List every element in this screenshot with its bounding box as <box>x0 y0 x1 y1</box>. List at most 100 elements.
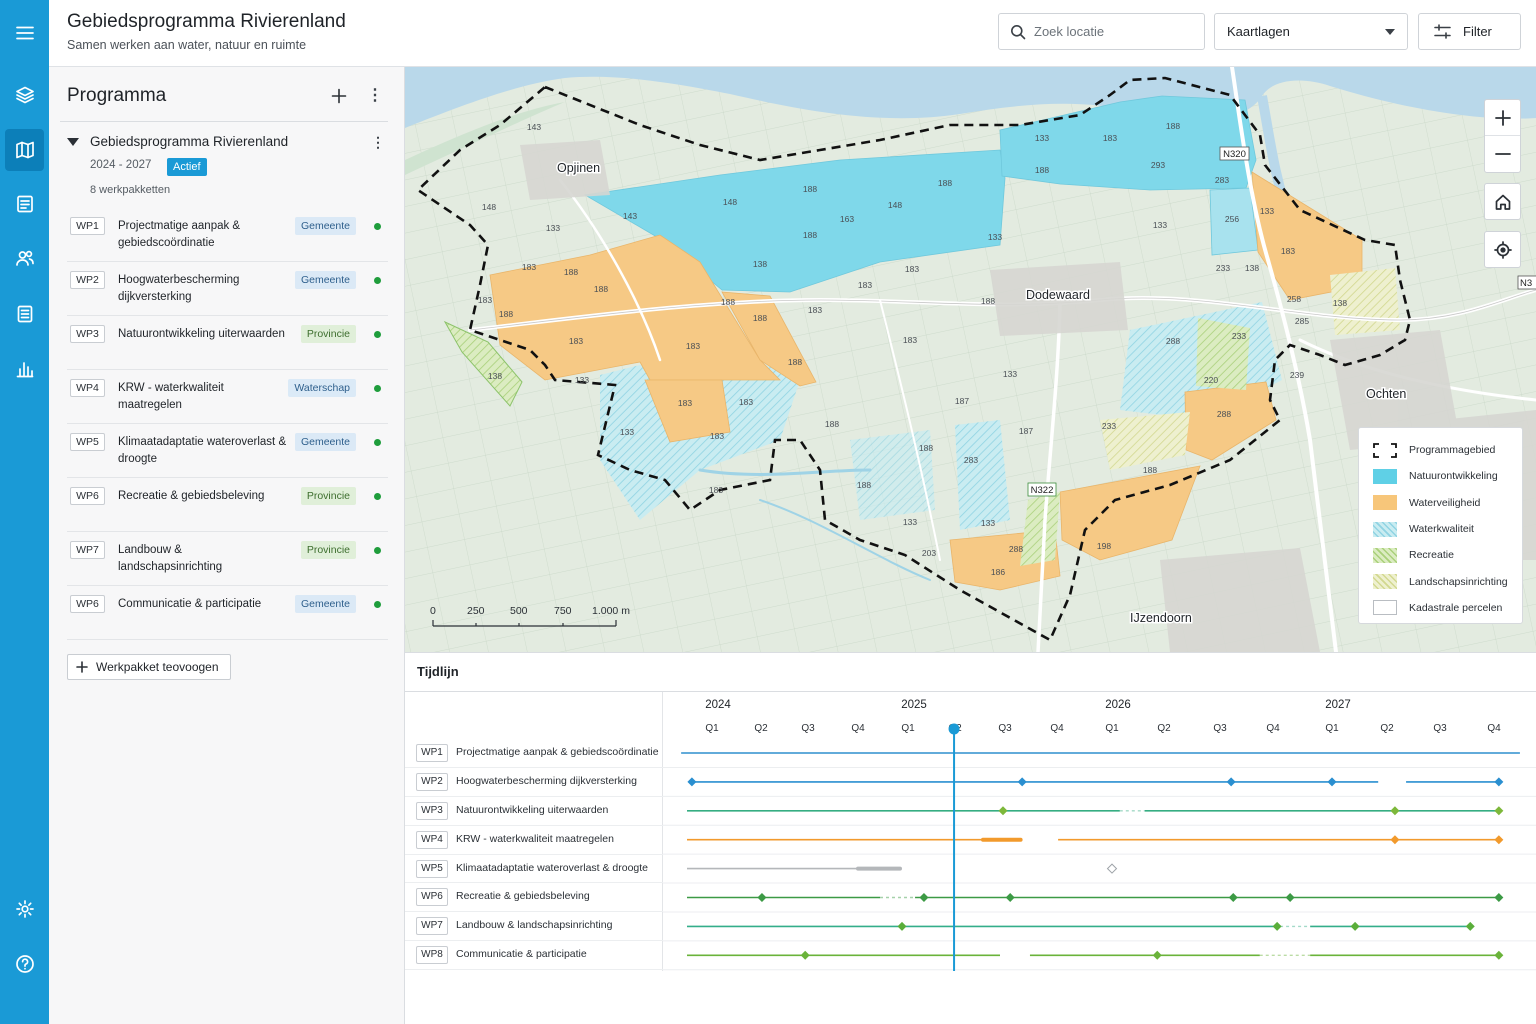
parcel-number: 133 <box>575 375 589 385</box>
layers-icon[interactable] <box>5 74 44 116</box>
legend-item: Waterveiligheid <box>1373 490 1522 516</box>
search-field[interactable] <box>998 13 1205 50</box>
timeline-track-wp7[interactable] <box>687 921 1475 931</box>
milestone-marker-open[interactable] <box>1106 863 1118 874</box>
owner-badge: Waterschap <box>288 379 356 397</box>
timeline-track-wp5[interactable] <box>687 863 1118 874</box>
milestone-marker[interactable] <box>1465 921 1475 931</box>
locate-icon[interactable] <box>1484 231 1521 268</box>
zoom-out-icon[interactable] <box>1485 136 1520 172</box>
timeline-row[interactable]: WP3 Natuurontwikkeling uiterwaarden <box>405 797 663 826</box>
parcel-number: 133 <box>1153 220 1167 230</box>
timeline-row[interactable]: WP4 KRW - waterkwaliteit maatregelen <box>405 826 663 855</box>
program-more-icon[interactable]: ⋮ <box>366 130 390 154</box>
milestone-marker[interactable] <box>1494 835 1504 845</box>
milestone-marker[interactable] <box>1494 950 1504 960</box>
add-icon[interactable] <box>327 84 351 108</box>
chart-icon[interactable] <box>5 348 44 390</box>
search-input[interactable] <box>1034 24 1194 39</box>
milestone-marker[interactable] <box>757 893 767 902</box>
list-item[interactable]: WP4 KRW - waterkwaliteit maatregelen Wat… <box>67 370 388 424</box>
timeline-track-wp3[interactable] <box>687 806 1504 816</box>
home-icon[interactable] <box>1484 183 1521 220</box>
timeline-row[interactable]: WP8 Communicatie & participatie <box>405 941 663 971</box>
milestone-marker[interactable] <box>1226 777 1236 787</box>
timeline-row[interactable]: WP6 Recreatie & gebiedsbeleving <box>405 883 663 913</box>
milestone-marker[interactable] <box>1494 806 1504 816</box>
more-vertical-icon[interactable]: ⋮ <box>363 84 387 108</box>
milestone-marker[interactable] <box>1327 777 1337 787</box>
parcel-number: 293 <box>1151 160 1165 170</box>
list-item[interactable]: WP2 Hoogwaterbescherming dijkversterking… <box>67 262 388 316</box>
milestone-marker[interactable] <box>1494 893 1504 902</box>
milestone-marker[interactable] <box>1390 806 1400 816</box>
milestone-marker[interactable] <box>1350 921 1360 931</box>
wp-code: WP6 <box>416 888 448 907</box>
app-header: Gebiedsprogramma Rivierenland Samen werk… <box>49 0 1536 67</box>
page-subtitle: Samen werken aan water, natuur en ruimte <box>67 38 307 52</box>
milestone-marker[interactable] <box>1285 893 1295 902</box>
today-marker[interactable] <box>948 723 960 735</box>
search-icon <box>1010 24 1026 40</box>
settings-icon[interactable] <box>5 888 44 930</box>
milestone-marker[interactable] <box>998 806 1008 816</box>
milestone-marker[interactable] <box>1228 893 1238 902</box>
zoom-in-icon[interactable] <box>1485 100 1520 136</box>
add-work-package-button[interactable]: Werkpakket teovoogen <box>67 654 231 680</box>
table-icon[interactable] <box>5 183 44 225</box>
parcel-number: 183 <box>686 341 700 351</box>
owner-badge: Provincie <box>300 541 356 559</box>
milestone-marker[interactable] <box>1017 777 1027 787</box>
document-icon[interactable] <box>5 293 44 335</box>
chevron-down-icon[interactable] <box>61 130 85 154</box>
wp-code: WP2 <box>416 772 448 791</box>
help-icon[interactable] <box>5 943 44 985</box>
list-item[interactable]: WP5 Klimaatadaptatie wateroverlast & dro… <box>67 424 388 478</box>
timeline-track-wp6[interactable] <box>687 893 1504 902</box>
timeline-row[interactable]: WP5 Klimaatadaptatie wateroverlast & droo… <box>405 855 663 884</box>
map-icon[interactable] <box>5 129 44 171</box>
program-title[interactable]: Gebiedsprogramma Rivierenland <box>90 134 288 149</box>
list-item[interactable]: WP6 Communicatie & participatie Gemeente <box>67 586 388 640</box>
timeline-chart[interactable]: 2024 2025 2026 2027 Q1 Q2 Q3 Q4 Q1 Q2 Q3 Q4 Q1 Q2 Q3 Q4… <box>663 691 1536 973</box>
timeline-row[interactable]: WP1 Projectmatige aanpak & gebiedscoördin… <box>405 739 663 768</box>
parcel-number: 188 <box>857 480 871 490</box>
timeline-track-wp8[interactable] <box>687 950 1504 960</box>
milestone-marker[interactable] <box>919 893 929 902</box>
parcel-number: 233 <box>1216 263 1230 273</box>
list-item[interactable]: WP1 Projectmatige aanpak & gebiedscoördi… <box>67 208 388 262</box>
map-layers-select[interactable]: Kaartlagen <box>1214 13 1408 50</box>
quarter-label: Q2 <box>1157 723 1171 734</box>
parcel-number: 186 <box>991 567 1005 577</box>
map-view[interactable]: 143 148 143 133 183 188 188 183 188 183 183 133 138 1… <box>405 67 1536 652</box>
milestone-marker[interactable] <box>800 950 810 960</box>
milestone-marker[interactable] <box>687 777 697 787</box>
scale-label: 750 <box>554 605 572 617</box>
menu-icon[interactable] <box>5 12 44 54</box>
waterveiligheid-swatch <box>1373 495 1397 511</box>
wp-title: KRW - waterkwaliteit maatregelen <box>118 382 224 411</box>
timeline-row[interactable]: WP2 Hoogwaterbescherming dijkversterking <box>405 768 663 797</box>
wp-code: WP1 <box>416 744 448 762</box>
milestone-marker[interactable] <box>897 921 907 931</box>
milestone-marker[interactable] <box>1152 950 1162 960</box>
milestone-marker[interactable] <box>1390 835 1400 845</box>
timeline-row[interactable]: WP7 Landbouw & landschapsinrichting <box>405 912 663 942</box>
filter-button[interactable]: Filter <box>1418 13 1521 50</box>
users-icon[interactable] <box>5 237 44 279</box>
milestone-marker[interactable] <box>1272 921 1282 931</box>
filter-label: Filter <box>1463 24 1492 39</box>
parcel-number: 183 <box>1103 133 1117 143</box>
milestone-marker[interactable] <box>1494 777 1504 787</box>
legend-item: Natuurontwikkeling <box>1373 463 1522 489</box>
list-item[interactable]: WP3 Natuurontwikkeling uiterwaarden Prov… <box>67 316 388 370</box>
list-item[interactable]: WP7 Landbouw & landschapsinrichting Prov… <box>67 532 388 586</box>
timeline-track-wp4[interactable] <box>687 835 1504 845</box>
place-dodewaard: Dodewaard <box>1026 288 1090 302</box>
year-label: 2024 <box>705 699 731 711</box>
parcel-number: 143 <box>623 211 637 221</box>
parcel-number: 220 <box>1204 375 1218 385</box>
list-item[interactable]: WP6 Recreatie & gebiedsbeleving Provinci… <box>67 478 388 532</box>
timeline-track-wp2[interactable] <box>687 777 1504 787</box>
milestone-marker[interactable] <box>1005 893 1015 902</box>
